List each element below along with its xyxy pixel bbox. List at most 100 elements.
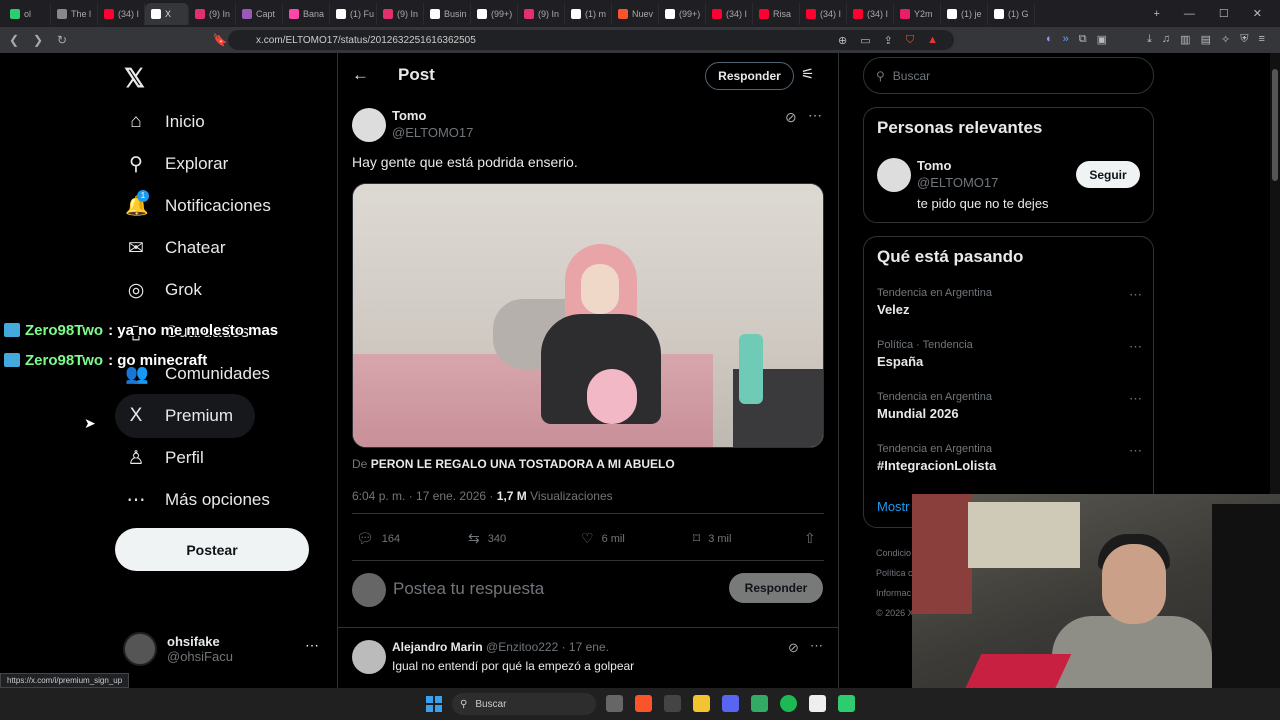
menu-icon[interactable]: ≡ [1258, 33, 1264, 46]
reply-button[interactable]: Responder [705, 62, 794, 90]
extension-icon[interactable]: ◐ [1046, 33, 1053, 46]
browser-tab[interactable]: Busin [424, 2, 471, 25]
reply-author-name[interactable]: Alejandro Marin [392, 640, 483, 654]
post-video[interactable] [352, 183, 824, 448]
app-icon[interactable] [809, 695, 826, 712]
search-input[interactable]: ⚲ Buscar [863, 57, 1154, 94]
zoom-icon[interactable]: ⊕ [838, 34, 847, 47]
x-logo-icon[interactable]: 𝕏 [124, 63, 145, 94]
cast-icon[interactable]: ▭ [860, 34, 870, 47]
ai-icon[interactable]: ✧ [1221, 33, 1230, 46]
reply-submit-button[interactable]: Responder [729, 573, 823, 603]
bookmark-action[interactable]: ⌑ 3 mil [693, 530, 731, 547]
browser-tab[interactable]: ol [4, 2, 51, 25]
video-source[interactable]: De PERON LE REGALO UNA TOSTADORA A MI AB… [352, 457, 675, 471]
reload-icon[interactable]: ↻ [52, 33, 72, 47]
footer-link[interactable]: Política c [876, 563, 914, 583]
back-icon[interactable]: ❮ [4, 33, 24, 47]
minimize-icon[interactable]: — [1184, 8, 1195, 20]
extension-icon[interactable]: » [1063, 33, 1069, 46]
nav-item-chatear[interactable]: ✉ Chatear [115, 226, 235, 270]
show-more-link[interactable]: Mostr [877, 499, 910, 514]
nav-item-perfil[interactable]: ♙ Perfil [115, 436, 214, 480]
back-arrow-icon[interactable]: ← [352, 65, 369, 85]
more-icon[interactable]: ⋯ [1129, 339, 1142, 355]
forward-icon[interactable]: ❯ [28, 33, 48, 47]
nav-item-premium[interactable]: X Premium [115, 394, 255, 438]
account-switcher[interactable]: ohsifake @ohsiFacu ⋯ [123, 631, 323, 667]
browser-tab[interactable]: (99+) [659, 2, 706, 25]
footer-link[interactable]: Informac [876, 583, 914, 603]
browser-tab[interactable]: (9) In [189, 2, 236, 25]
grok-icon[interactable]: ⊘ [785, 109, 797, 126]
new-tab-icon[interactable]: + [1153, 8, 1159, 20]
browser-tab[interactable]: (99+) [471, 2, 518, 25]
more-icon[interactable]: ⋯ [1129, 391, 1142, 407]
share-icon[interactable]: ⇪ [884, 34, 893, 47]
author-name[interactable]: Tomo [392, 108, 426, 123]
avatar[interactable] [877, 158, 911, 192]
brave-icon[interactable] [635, 695, 652, 712]
browser-tab[interactable]: (34) I [706, 2, 753, 25]
like-action[interactable]: ♡ 6 mil [581, 530, 625, 547]
discord-icon[interactable] [722, 695, 739, 712]
obs-icon[interactable] [664, 695, 681, 712]
nav-item-más-opciones[interactable]: ⋯ Más opciones [115, 478, 280, 522]
wallet-icon[interactable]: ▤ [1201, 33, 1211, 46]
browser-tab[interactable]: (9) In [518, 2, 565, 25]
author-handle[interactable]: @ELTOMO17 [392, 125, 473, 140]
relevant-name[interactable]: Tomo [917, 158, 951, 173]
trend-item[interactable]: Tendencia en Argentina Velez ⋯ [877, 287, 1142, 331]
post-button[interactable]: Postear [115, 528, 309, 571]
browser-tab[interactable]: Capt [236, 2, 283, 25]
url-field[interactable]: x.com/ELTOMO17/status/201263225161636250… [228, 30, 954, 50]
trend-item[interactable]: Tendencia en Argentina Mundial 2026 ⋯ [877, 391, 1142, 435]
footer-link[interactable]: © 2026 X [876, 603, 914, 623]
brave-shield-icon[interactable]: ⛉ [906, 34, 914, 47]
browser-tab[interactable]: (1) m [565, 2, 612, 25]
browser-tab[interactable]: Y2m [894, 2, 941, 25]
browser-tab[interactable]: X [145, 2, 189, 25]
browser-tab[interactable]: Nuev [612, 2, 659, 25]
trend-item[interactable]: Política · Tendencia España ⋯ [877, 339, 1142, 383]
reply-post[interactable]: Alejandro Marin @Enzitoo222 · 17 ene. Ig… [352, 638, 824, 688]
windows-start-icon[interactable] [426, 696, 442, 712]
more-icon[interactable]: ⋯ [1129, 443, 1142, 459]
browser-tab[interactable]: (1) G [988, 2, 1035, 25]
more-icon[interactable]: ⋯ [808, 107, 822, 124]
filter-icon[interactable]: ⚟ [801, 65, 814, 83]
trend-item[interactable]: Tendencia en Argentina #IntegracionLolist… [877, 443, 1142, 487]
nav-item-grok[interactable]: ◎ Grok [115, 268, 212, 312]
grok-icon[interactable]: ⊘ [788, 640, 799, 656]
footer-link[interactable]: Condicio [876, 543, 914, 563]
taskbar-search[interactable]: ⚲ Buscar [452, 693, 596, 715]
bookmark-page-icon[interactable]: 🔖 [210, 33, 230, 47]
download-icon[interactable]: ⤓ [1147, 33, 1152, 46]
app-icon[interactable] [751, 695, 768, 712]
browser-tab[interactable]: (9) In [377, 2, 424, 25]
file-explorer-icon[interactable] [693, 695, 710, 712]
nav-item-notificaciones[interactable]: 🔔 Notificaciones 1 [115, 184, 281, 228]
more-icon[interactable]: ⋯ [305, 637, 319, 654]
share-action[interactable]: ⇧ [804, 530, 816, 547]
browser-tab[interactable]: The l [51, 2, 98, 25]
repost-action[interactable]: ⇆ 340 [468, 530, 506, 547]
browser-tab[interactable]: Risa [753, 2, 800, 25]
reply-action[interactable]: 💬︎ 164 [356, 530, 400, 547]
brave-rewards-icon[interactable]: ▲ [927, 34, 938, 47]
sidebar-icon[interactable]: ▥ [1180, 33, 1190, 46]
maximize-icon[interactable]: ☐ [1219, 7, 1229, 20]
browser-tab[interactable]: (34) I [98, 2, 145, 25]
media-icon[interactable]: ♫ [1162, 33, 1170, 46]
more-icon[interactable]: ⋯ [1129, 287, 1142, 303]
puzzle-icon[interactable]: ⧉ [1079, 33, 1087, 46]
task-view-icon[interactable] [606, 695, 623, 712]
browser-tab[interactable]: (1) Fu [330, 2, 377, 25]
browser-tab[interactable]: (1) je [941, 2, 988, 25]
kick-icon[interactable] [838, 695, 855, 712]
screenshot-icon[interactable]: ▣ [1097, 33, 1107, 46]
avatar[interactable] [352, 640, 386, 674]
reply-input[interactable]: Postea tu respuesta [393, 579, 544, 599]
more-icon[interactable]: ⋯ [810, 638, 823, 654]
nav-item-explorar[interactable]: ⚲ Explorar [115, 142, 238, 186]
